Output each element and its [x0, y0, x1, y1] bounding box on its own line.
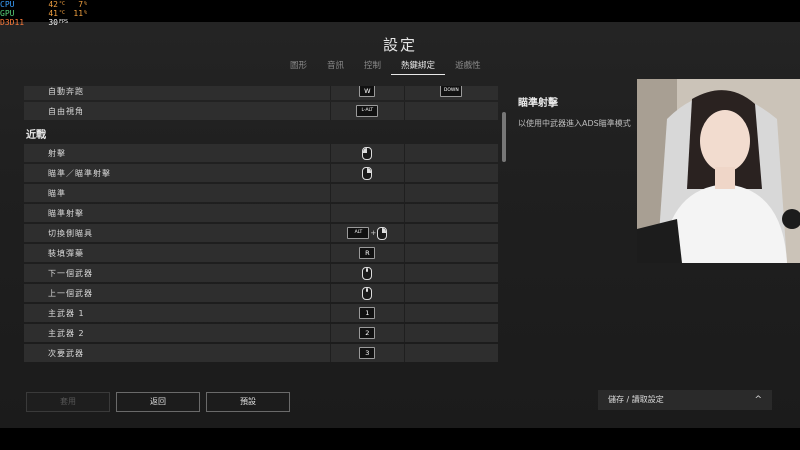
key-r: R [359, 247, 376, 259]
binding-row[interactable]: 上一個武器 [24, 284, 498, 302]
binding-name: 次要武器 [48, 348, 84, 358]
tab-gameplay[interactable]: 遊戲性 [445, 60, 491, 74]
binding-row[interactable]: 射擊 [24, 144, 498, 162]
secondary-binding[interactable] [403, 324, 498, 342]
secondary-binding[interactable] [403, 204, 498, 222]
performance-overlay: CPU 42 °C 7% GPU 41 °C 11% D3D11 30 FPS [0, 0, 88, 27]
gpu-label: GPU [0, 9, 15, 18]
tab-graphics[interactable]: 圖形 [280, 60, 317, 74]
secondary-binding[interactable] [403, 244, 498, 262]
description-text: 以使用中武器進入ADS瞄準模式 [518, 119, 631, 128]
primary-binding[interactable]: W [330, 86, 403, 100]
save-load-label: 儲存 / 讀取設定 [608, 395, 664, 404]
primary-binding[interactable]: R [330, 244, 403, 262]
binding-row[interactable]: 次要武器 3 [24, 344, 498, 362]
primary-binding[interactable] [330, 204, 403, 222]
keybinding-list: 自動奔跑 W DOWN 自由視角 L-ALT 近戰 射擊 瞄準／瞄準射擊 瞄準 … [24, 86, 498, 368]
section-header-melee: 近戰 [26, 130, 46, 141]
primary-binding[interactable] [330, 284, 403, 302]
tab-controls[interactable]: 控制 [354, 60, 391, 74]
key-alt: ALT [347, 227, 370, 239]
binding-name: 瞄準射擊 [48, 208, 84, 218]
cpu-temp: 42 [48, 0, 58, 9]
secondary-binding[interactable] [403, 184, 498, 202]
settings-tabs: 圖形 音訊 控制 熱鍵綁定 遊戲性 [280, 60, 491, 75]
description-title: 瞄準射擊 [518, 98, 558, 109]
secondary-binding[interactable] [403, 144, 498, 162]
primary-binding[interactable] [330, 144, 403, 162]
gpu-load: 11 [73, 9, 84, 18]
page-title: 設定 [382, 36, 417, 54]
fps-value: 30 [48, 18, 58, 27]
save-load-settings-button[interactable]: 儲存 / 讀取設定 ^ [598, 390, 772, 410]
binding-name: 裝填彈藥 [48, 248, 84, 258]
binding-row[interactable]: 瞄準 [24, 184, 498, 202]
binding-row[interactable]: 裝填彈藥 R [24, 244, 498, 262]
key-down: DOWN [440, 86, 463, 97]
primary-binding[interactable]: 1 [330, 304, 403, 322]
key-l-alt: L-ALT [356, 105, 379, 117]
secondary-binding[interactable] [403, 284, 498, 302]
binding-name: 主武器 1 [48, 308, 85, 318]
key-1: 1 [359, 307, 376, 319]
tab-keybindings[interactable]: 熱鍵綁定 [391, 60, 446, 75]
secondary-binding[interactable] [403, 102, 498, 120]
list-scrollbar[interactable] [502, 112, 506, 162]
api-label: D3D11 [0, 18, 25, 27]
mouse-left-icon [362, 146, 373, 160]
binding-row[interactable]: 下一個武器 [24, 264, 498, 282]
key-3: 3 [359, 347, 376, 359]
binding-row[interactable]: 切換側瞄具 ALT + [24, 224, 498, 242]
secondary-binding[interactable] [403, 304, 498, 322]
binding-name: 瞄準 [48, 188, 66, 198]
plus-sign: + [370, 229, 377, 237]
secondary-binding[interactable]: DOWN [403, 86, 498, 100]
cpu-load: 7 [78, 0, 84, 9]
back-button[interactable]: 返回 [116, 392, 200, 412]
binding-name: 射擊 [48, 148, 66, 158]
binding-name: 主武器 2 [48, 328, 85, 338]
binding-name: 自動奔跑 [48, 86, 84, 96]
binding-row[interactable]: 主武器 2 2 [24, 324, 498, 342]
binding-row[interactable]: 自動奔跑 W DOWN [24, 86, 498, 100]
secondary-binding[interactable] [403, 264, 498, 282]
primary-binding[interactable] [330, 184, 403, 202]
primary-binding[interactable]: 3 [330, 344, 403, 362]
binding-name: 切換側瞄具 [48, 228, 93, 238]
webcam-overlay [637, 79, 800, 263]
secondary-binding[interactable] [403, 224, 498, 242]
streamer-webcam-image [637, 79, 800, 263]
binding-row[interactable]: 自由視角 L-ALT [24, 102, 498, 120]
mouse-right-icon [362, 166, 373, 180]
binding-name: 瞄準／瞄準射擊 [48, 168, 111, 178]
cpu-label: CPU [0, 0, 15, 9]
primary-binding[interactable] [330, 264, 403, 282]
secondary-binding[interactable] [403, 344, 498, 362]
binding-row[interactable]: 主武器 1 1 [24, 304, 498, 322]
binding-row[interactable]: 瞄準／瞄準射擊 [24, 164, 498, 182]
primary-binding[interactable]: 2 [330, 324, 403, 342]
secondary-binding[interactable] [403, 164, 498, 182]
apply-button[interactable]: 套用 [26, 392, 110, 412]
key-w: W [359, 86, 376, 97]
mouse-wheel-down-icon [362, 266, 373, 280]
binding-name: 下一個武器 [48, 268, 93, 278]
key-2: 2 [359, 327, 376, 339]
binding-row[interactable]: 瞄準射擊 [24, 204, 498, 222]
tab-audio[interactable]: 音訊 [317, 60, 354, 74]
primary-binding[interactable]: L-ALT [330, 102, 403, 120]
chevron-up-icon: ^ [754, 395, 762, 405]
mouse-wheel-up-icon [362, 286, 373, 300]
primary-binding[interactable]: ALT + [330, 224, 403, 242]
primary-binding[interactable] [330, 164, 403, 182]
binding-name: 上一個武器 [48, 288, 93, 298]
default-button[interactable]: 預設 [206, 392, 290, 412]
binding-name: 自由視角 [48, 106, 84, 116]
mouse-right-icon [377, 226, 388, 240]
gpu-temp: 41 [48, 9, 58, 18]
